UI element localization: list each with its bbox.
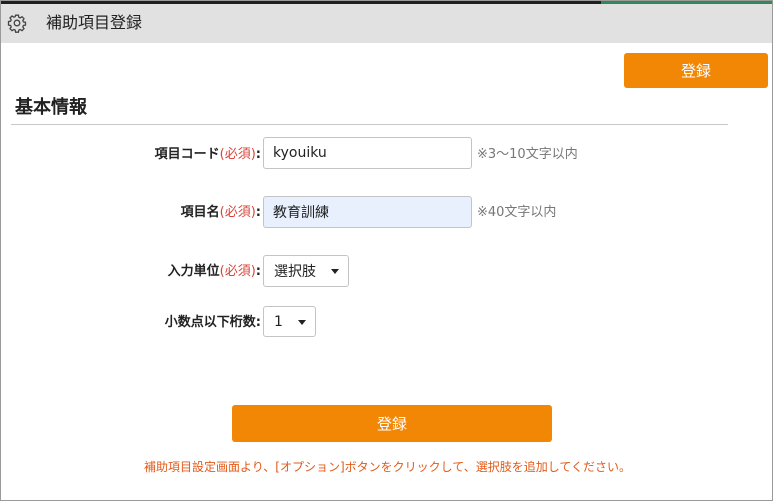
section-divider [11,124,728,125]
name-required-mark: (必須) [219,205,256,220]
window-title: 補助項目登録 [46,13,143,32]
section-title: 基本情報 [15,97,87,118]
chevron-down-icon [331,269,339,274]
instruction-note: 補助項目設定画面より、[オプション]ボタンをクリックして、選択肢を追加してくださ… [144,460,631,474]
title-accent-line [1,1,772,4]
name-hint: ※40文字以内 [477,205,557,220]
accent-dark [1,1,601,4]
code-label-row: 項目コード(必須): [1,146,261,164]
decimals-label: 小数点以下桁数: [164,315,261,330]
unit-label: 入力単位(必須): [167,264,261,279]
gear-icon[interactable] [7,13,27,33]
decimals-label-row: 小数点以下桁数: [1,314,261,332]
accent-green [601,1,772,4]
code-label: 項目コード(必須): [154,147,261,162]
name-label-row: 項目名(必須): [1,204,261,222]
code-input[interactable] [263,137,472,169]
register-button-top[interactable]: 登録 [624,53,768,88]
code-hint: ※3～10文字以内 [477,147,578,162]
decimals-select-value: 1 [274,313,283,330]
chevron-down-icon [298,319,306,325]
unit-required-mark: (必須) [219,264,256,279]
decimals-select[interactable]: 1 [263,306,316,337]
unit-select[interactable]: 選択肢 [263,255,349,287]
register-button-bottom[interactable]: 登録 [232,405,552,442]
unit-select-value: 選択肢 [274,264,316,280]
name-label: 項目名(必須): [180,205,261,220]
dialog-window: 補助項目登録 登録 基本情報 項目コード(必須): ※3～10文字以内 項目名(… [0,0,773,501]
code-required-mark: (必須) [219,147,256,162]
unit-label-row: 入力単位(必須): [1,263,261,281]
title-bar: 補助項目登録 [1,1,772,43]
name-input[interactable] [263,196,472,228]
